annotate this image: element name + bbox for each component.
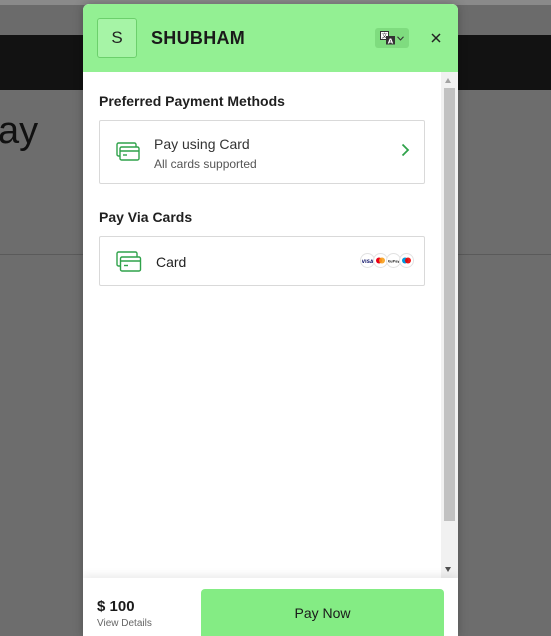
pay-using-card-subtitle: All cards supported bbox=[154, 157, 257, 171]
modal-content: Preferred Payment Methods Pay using Card… bbox=[83, 72, 441, 578]
card-label: Card bbox=[156, 254, 187, 270]
scrollbar-thumb[interactable] bbox=[444, 88, 455, 521]
background-page-title: ay bbox=[0, 110, 39, 152]
svg-text:RuPay: RuPay bbox=[388, 259, 399, 263]
svg-text:A: A bbox=[388, 37, 394, 45]
card-network-logos: VISA RuPay bbox=[360, 253, 414, 268]
translate-icon: 文 A bbox=[380, 31, 395, 45]
pay-using-card-option[interactable]: Pay using Card All cards supported bbox=[99, 120, 425, 184]
close-button[interactable] bbox=[426, 28, 446, 48]
chevron-down-icon bbox=[397, 35, 404, 41]
scroll-down-arrow[interactable] bbox=[445, 567, 451, 572]
preferred-methods-heading: Preferred Payment Methods bbox=[99, 93, 285, 109]
scroll-up-arrow[interactable] bbox=[445, 78, 451, 83]
merchant-avatar: S bbox=[97, 18, 137, 58]
order-amount: $ 100 bbox=[97, 598, 135, 615]
pay-via-cards-heading: Pay Via Cards bbox=[99, 209, 193, 225]
chevron-right-icon bbox=[401, 143, 410, 157]
pay-now-button[interactable]: Pay Now bbox=[201, 589, 444, 636]
modal-header: S SHUBHAM 文 A bbox=[83, 4, 458, 72]
card-payment-option[interactable]: Card VISA RuPay bbox=[99, 236, 425, 286]
svg-text:VISA: VISA bbox=[362, 259, 373, 264]
merchant-name: SHUBHAM bbox=[151, 28, 246, 48]
card-icon bbox=[116, 142, 140, 161]
language-button[interactable]: 文 A bbox=[375, 28, 409, 48]
checkout-modal: S SHUBHAM 文 A Preferred Payment Methods bbox=[83, 4, 458, 636]
card-icon bbox=[116, 251, 142, 272]
view-details-link[interactable]: View Details bbox=[97, 618, 152, 629]
close-icon bbox=[431, 33, 441, 43]
pay-using-card-title: Pay using Card bbox=[154, 136, 250, 152]
maestro-icon bbox=[399, 253, 414, 268]
modal-footer: $ 100 View Details Pay Now bbox=[83, 578, 458, 636]
